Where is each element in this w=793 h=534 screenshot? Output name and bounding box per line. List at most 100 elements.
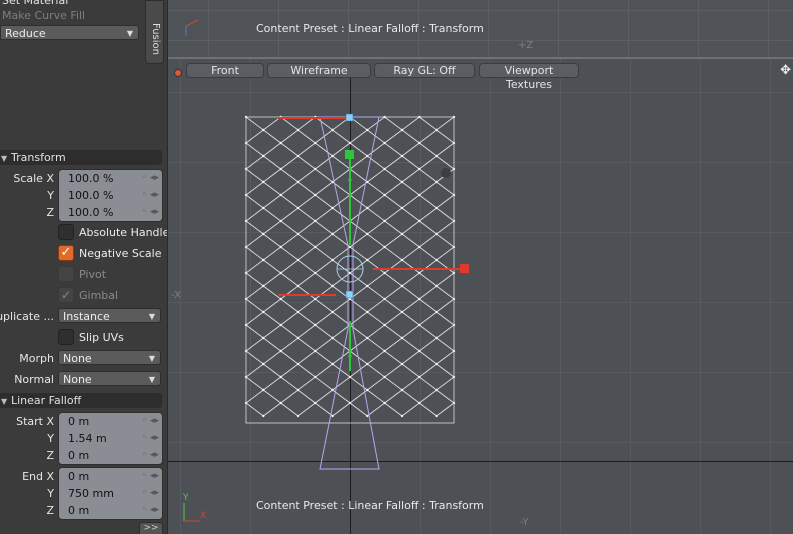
scale-x-label: Scale X xyxy=(13,172,54,185)
pivot-checkbox[interactable] xyxy=(58,266,74,282)
negative-scale-label: Negative Scale xyxy=(79,247,162,260)
start-x-field[interactable]: 0 m xyxy=(59,413,138,430)
front-viewport[interactable]: Front Wireframe Ray GL: Off Viewport Tex… xyxy=(168,59,793,534)
mesh-vertex xyxy=(366,206,369,210)
axis-label-neg-x: -X xyxy=(171,290,181,301)
mesh-vertex xyxy=(435,154,438,158)
mesh-vertex xyxy=(262,180,265,184)
mesh-vertex xyxy=(366,232,369,236)
end-y-stepper-icon[interactable]: ◦ ◂▸ xyxy=(142,485,159,502)
mesh-vertex xyxy=(279,375,282,379)
viewport-options-dot[interactable] xyxy=(174,69,182,77)
mesh-vertex xyxy=(435,414,438,418)
start-y-field[interactable]: 1.54 m xyxy=(59,430,138,447)
fusion-tab-label: Fusion xyxy=(150,23,161,55)
mesh-vertex xyxy=(331,206,334,210)
mesh-vertex xyxy=(314,271,317,275)
mesh-vertex xyxy=(331,128,334,132)
transform-section-header[interactable]: ▼ Transform xyxy=(0,150,162,165)
mesh-vertex xyxy=(400,154,404,158)
collapse-triangle-icon: ▼ xyxy=(1,154,8,163)
mesh-vertex xyxy=(366,284,369,288)
viewport-textures-button[interactable]: Viewport Textures xyxy=(479,63,579,91)
end-x-stepper-icon[interactable]: ◦ ◂▸ xyxy=(142,468,159,485)
normal-dropdown-value: None xyxy=(63,373,92,386)
mesh-vertex xyxy=(314,219,317,223)
end-y-field[interactable]: 750 mm xyxy=(59,485,138,502)
mesh-vertex xyxy=(383,349,386,353)
top-axis-gizmo xyxy=(185,19,199,36)
mesh-vertex xyxy=(279,297,282,301)
scale-y-field[interactable]: 100.0 % xyxy=(59,187,138,204)
scale-y-stepper-icon[interactable]: ◦ ◂▸ xyxy=(142,187,159,204)
viewport-scene xyxy=(168,59,793,534)
slip-uvs-checkbox[interactable] xyxy=(58,329,74,345)
pivot-label: Pivot xyxy=(79,268,107,281)
mesh-vertex xyxy=(435,310,438,314)
handle-green-top-box[interactable] xyxy=(345,150,354,159)
move-icon[interactable]: ✥ xyxy=(780,63,791,78)
gimbal-checkbox[interactable]: ✓ xyxy=(58,287,74,303)
end-z-field[interactable]: 0 m xyxy=(59,502,138,519)
normal-label: Normal xyxy=(14,373,54,386)
mesh-vertex xyxy=(348,245,352,249)
mesh-vertex xyxy=(418,375,421,379)
mesh-vertex xyxy=(418,193,421,197)
axis-gizmo xyxy=(183,503,200,522)
scale-z-stepper-icon[interactable]: ◦ ◂▸ xyxy=(142,204,159,221)
mesh-vertex xyxy=(296,128,300,132)
linear-falloff-section-header[interactable]: ▼ Linear Falloff xyxy=(0,393,162,408)
mesh-vertex xyxy=(279,219,282,223)
absolute-handle-checkbox[interactable] xyxy=(58,224,74,240)
slip-uvs-label: Slip UVs xyxy=(79,331,124,344)
mesh-vertex xyxy=(366,336,369,340)
ray-gl-button[interactable]: Ray GL: Off xyxy=(374,63,475,78)
start-z-field[interactable]: 0 m xyxy=(59,447,138,464)
scale-x-field[interactable]: 100.0 % xyxy=(59,170,138,187)
mesh-vertex xyxy=(383,141,386,145)
top-viewport[interactable]: Content Preset : Linear Falloff : Transf… xyxy=(168,0,793,57)
more-button[interactable]: >> xyxy=(139,522,163,534)
mesh-vertex xyxy=(418,141,421,145)
mesh-vertex xyxy=(279,167,282,171)
gimbal-label: Gimbal xyxy=(79,289,119,302)
set-material-item[interactable]: Set Material xyxy=(0,0,142,8)
morph-label: Morph xyxy=(19,352,54,365)
reduce-dropdown[interactable]: Reduce ▼ xyxy=(0,25,139,40)
mesh-vertex xyxy=(435,128,438,132)
collapse-triangle-icon: ▼ xyxy=(1,397,8,406)
mesh-vertex xyxy=(296,284,300,288)
falloff-start-handle[interactable] xyxy=(345,113,354,122)
mesh-vertex xyxy=(314,245,317,249)
handle-red-x-box[interactable] xyxy=(460,264,469,273)
pivot-dot[interactable] xyxy=(441,168,451,178)
shading-wireframe-button[interactable]: Wireframe xyxy=(267,63,371,78)
top-axis-label-z: +Z xyxy=(518,40,534,51)
morph-dropdown[interactable]: None ▼ xyxy=(58,350,161,365)
gizmo-x-label: X xyxy=(200,511,207,521)
negative-scale-checkbox[interactable]: ✓ xyxy=(58,245,74,261)
mesh-vertex xyxy=(400,310,404,314)
normal-dropdown[interactable]: None ▼ xyxy=(58,371,161,386)
start-z-stepper-icon[interactable]: ◦ ◂▸ xyxy=(142,447,159,464)
mesh-vertex xyxy=(383,375,386,379)
end-z-stepper-icon[interactable]: ◦ ◂▸ xyxy=(142,502,159,519)
mesh-vertex xyxy=(331,388,334,392)
mesh-vertex xyxy=(348,401,352,405)
start-y-stepper-icon[interactable]: ◦ ◂▸ xyxy=(142,430,159,447)
mesh-vertex xyxy=(314,141,317,145)
view-front-button[interactable]: Front xyxy=(186,63,264,78)
end-x-field[interactable]: 0 m xyxy=(59,468,138,485)
scale-z-field[interactable]: 100.0 % xyxy=(59,204,138,221)
fusion-tab[interactable]: Fusion xyxy=(145,0,164,64)
scale-x-stepper-icon[interactable]: ◦ ◂▸ xyxy=(142,170,159,187)
mesh-vertex xyxy=(400,414,404,418)
mesh-vertex xyxy=(383,297,386,301)
falloff-end-handle[interactable] xyxy=(345,290,354,299)
start-x-stepper-icon[interactable]: ◦ ◂▸ xyxy=(142,413,159,430)
mesh-vertex xyxy=(348,141,352,145)
mesh-vertex xyxy=(435,388,438,392)
duplicate-dropdown[interactable]: Instance ▼ xyxy=(58,308,161,323)
gizmo-y-label: Y xyxy=(183,493,189,503)
make-curve-fill-item[interactable]: Make Curve Fill xyxy=(0,8,142,23)
